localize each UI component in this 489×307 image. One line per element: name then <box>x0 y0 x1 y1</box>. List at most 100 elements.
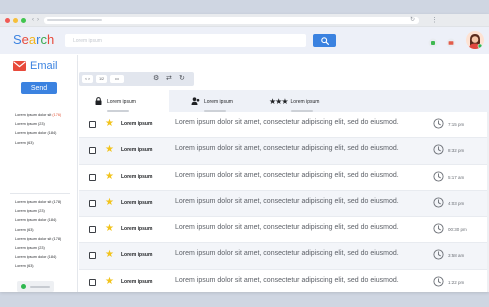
star-icon[interactable]: ★ <box>105 145 114 155</box>
folder-list-primary: Lorem ipsum dolor sit (176) Lorem ipsum (… <box>15 111 61 148</box>
message-time: 5:17 am <box>448 174 465 180</box>
folder-item[interactable]: Lorem ipsum dolor (184) <box>15 129 61 138</box>
message-row[interactable]: ★ Lorem ipsum Lorem ipsum dolor sit amet, … <box>79 190 489 218</box>
user-avatar[interactable] <box>466 31 484 49</box>
clock-icon <box>433 197 444 208</box>
tab-social[interactable]: Lorem ipsum <box>169 90 259 112</box>
select-checkbox[interactable] <box>89 226 96 234</box>
select-checkbox[interactable] <box>89 278 96 286</box>
message-preview: Lorem ipsum dolor sit amet, consectetur … <box>175 276 399 284</box>
folder-item[interactable]: Lorem ipsum dolor (184) <box>15 216 61 225</box>
folder-count: (184) <box>47 131 57 136</box>
apps-icon[interactable] <box>428 35 438 48</box>
swap-icon[interactable]: ⇄ <box>166 75 172 83</box>
folder-count: (63) <box>26 140 34 145</box>
message-sender: Lorem ipsum <box>121 147 153 154</box>
clock-icon <box>433 223 444 234</box>
message-preview: Lorem ipsum dolor sit amet, consectetur … <box>175 145 399 153</box>
page-indicator-button[interactable]: 1/2 <box>96 75 107 83</box>
message-sender: Lorem ipsum <box>121 226 153 233</box>
tab-promotions[interactable]: ★★★ Lorem ipsum <box>259 90 349 112</box>
logo-letter: S <box>13 32 22 47</box>
folder-item[interactable]: Lorem ipsum dolor (184) <box>15 253 61 262</box>
folder-list-secondary: Lorem ipsum dolor sit (178) Lorem ipsum (… <box>15 198 61 272</box>
pager-arrows-button[interactable]: < > <box>82 75 93 83</box>
folder-item[interactable]: Lorem ipsum dolor sit (178) <box>15 235 61 244</box>
message-toolbar: < > 1/2 ••• ⚙ ⇄ ↻ <box>79 72 194 86</box>
mail-icon <box>13 61 26 71</box>
star-icon[interactable]: ★ <box>105 276 114 287</box>
folder-label: Lorem ipsum dolor <box>15 131 48 136</box>
message-row[interactable]: ★ Lorem ipsum Lorem ipsum dolor sit amet, … <box>79 138 489 165</box>
send-button[interactable]: Send <box>21 82 57 94</box>
folder-item[interactable]: Lorem ipsum dolor sit (176) <box>15 111 61 120</box>
reload-icon[interactable]: ↻ <box>410 17 415 24</box>
maximize-window-dot[interactable] <box>21 17 26 23</box>
tab-social-label: Lorem ipsum <box>204 99 233 106</box>
tab-primary-label: Lorem ipsum <box>107 99 136 106</box>
message-preview: Lorem ipsum dolor sit amet, consectetur … <box>175 197 399 205</box>
star-icon[interactable]: ★ <box>105 197 114 208</box>
notifications-icon[interactable] <box>446 35 456 48</box>
email-logo-label: Email <box>30 60 58 72</box>
online-dot-icon <box>21 284 26 289</box>
message-time: 1:22 pm <box>448 279 465 285</box>
select-checkbox[interactable] <box>89 173 96 181</box>
select-checkbox[interactable] <box>89 147 96 155</box>
tab-promotions-label: Lorem ipsum <box>290 99 320 106</box>
search-icon <box>320 36 329 45</box>
select-checkbox[interactable] <box>89 199 96 207</box>
browser-window: ‹ › ↻ ⋮ Search Lorem ipsum Email Send Lo… <box>0 14 489 292</box>
users-icon <box>191 97 200 105</box>
folder-item[interactable]: Lorem (63) <box>15 262 61 271</box>
star-icon[interactable]: ★ <box>105 119 114 129</box>
address-bar[interactable]: ↻ <box>44 16 419 24</box>
folder-item[interactable]: Lorem ipsum dolor sit (178) <box>15 198 61 207</box>
folder-count: (23) <box>38 122 45 127</box>
online-status[interactable] <box>17 281 54 292</box>
message-preview: Lorem ipsum dolor sit amet, consectetur … <box>175 224 399 232</box>
search-logo: Search <box>13 33 54 46</box>
folder-item[interactable]: Lorem ipsum (23) <box>15 207 61 216</box>
message-sender: Lorem ipsum <box>121 173 153 180</box>
select-checkbox[interactable] <box>89 121 96 128</box>
forward-arrow-icon[interactable]: › <box>37 17 39 23</box>
back-arrow-icon[interactable]: ‹ <box>32 17 34 23</box>
clock-icon <box>433 118 444 129</box>
folder-label: Lorem ipsum dolor sit <box>15 113 53 117</box>
folder-item[interactable]: Lorem ipsum (23) <box>15 244 61 253</box>
message-row[interactable]: ★ Lorem ipsum Lorem ipsum dolor sit amet, … <box>79 164 489 191</box>
email-logo: Email <box>13 60 58 72</box>
star-icon[interactable]: ★ <box>105 250 114 260</box>
clock-icon <box>433 276 444 287</box>
top-header: Search <box>0 27 489 54</box>
clock-icon <box>433 144 444 155</box>
clock-icon <box>433 249 444 261</box>
select-checkbox[interactable] <box>89 252 96 260</box>
star-icon[interactable]: ★ <box>105 224 114 234</box>
folder-item[interactable]: Lorem (63) <box>15 226 61 235</box>
browser-chrome: ‹ › ↻ ⋮ <box>0 14 489 27</box>
search-button[interactable] <box>313 34 336 47</box>
minimize-window-dot[interactable] <box>13 17 18 23</box>
message-row[interactable]: ★ Lorem ipsum Lorem ipsum dolor sit amet, … <box>79 269 489 292</box>
star-icon[interactable]: ★ <box>105 171 114 182</box>
search-input[interactable] <box>65 34 306 47</box>
browser-menu-icon[interactable]: ⋮ <box>431 16 438 24</box>
gear-icon[interactable]: ⚙ <box>153 75 159 83</box>
tab-primary[interactable]: Lorem ipsum <box>79 90 169 112</box>
message-sender: Lorem ipsum <box>121 121 153 127</box>
lock-icon <box>95 97 102 105</box>
message-list: ★ Lorem ipsum Lorem ipsum dolor sit amet, … <box>79 112 489 292</box>
message-row[interactable]: ★ Lorem ipsum Lorem ipsum dolor sit amet, … <box>79 112 489 139</box>
folder-count: (176) <box>52 113 62 117</box>
message-row[interactable]: ★ Lorem ipsum Lorem ipsum dolor sit amet, … <box>79 217 489 244</box>
close-window-dot[interactable] <box>5 17 10 23</box>
message-row[interactable]: ★ Lorem ipsum Lorem ipsum dolor sit amet, … <box>79 243 489 270</box>
more-button[interactable]: ••• <box>110 75 124 83</box>
message-time: 00:30 pm <box>448 227 467 233</box>
folder-label: Lorem ipsum <box>15 122 39 127</box>
folder-item[interactable]: Lorem (63) <box>15 139 61 148</box>
folder-item[interactable]: Lorem ipsum (23) <box>15 120 61 129</box>
refresh-icon[interactable]: ↻ <box>179 75 185 83</box>
